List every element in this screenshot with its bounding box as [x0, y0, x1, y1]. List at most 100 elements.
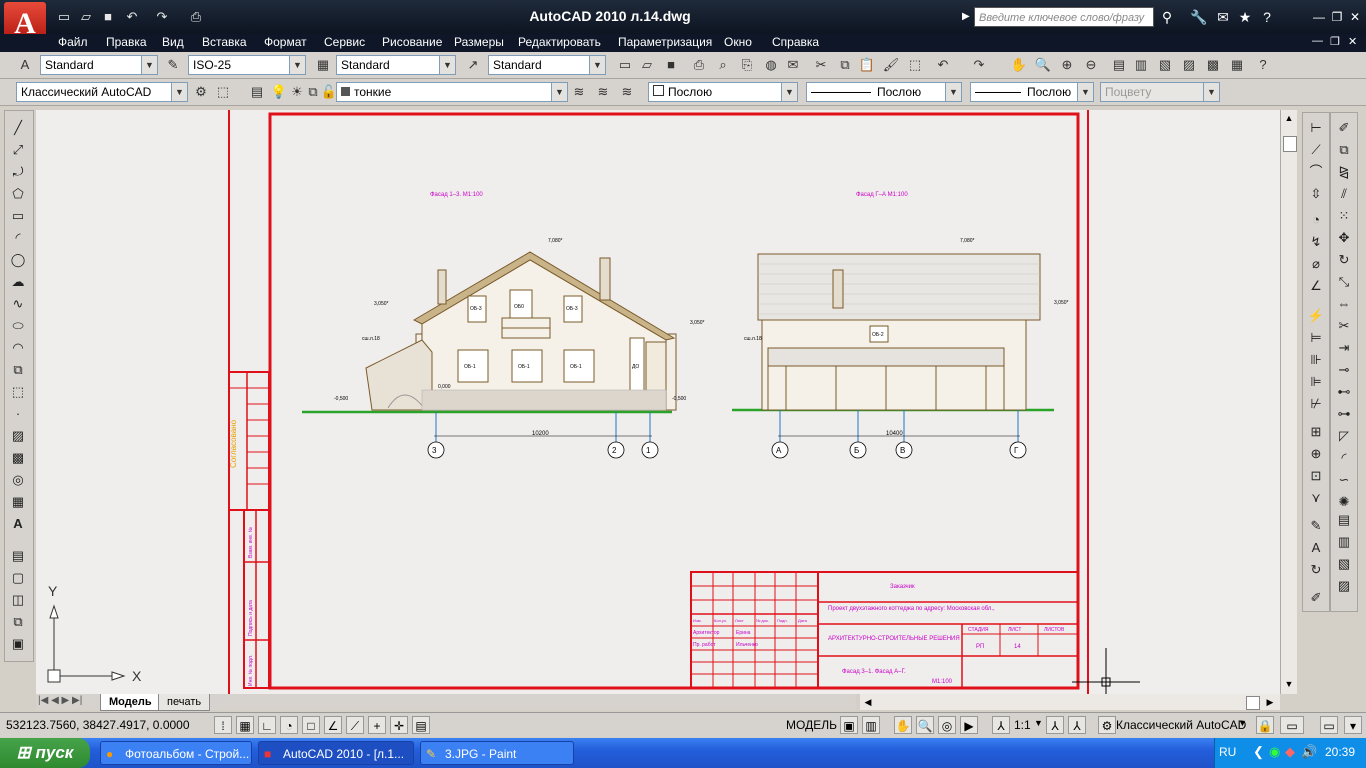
auto-scale-icon[interactable]: ⅄ [1068, 716, 1086, 734]
horizontal-scrollbar[interactable]: ◀ ▶ [860, 694, 1280, 710]
jogged-linear-icon[interactable]: ⋎ [1307, 489, 1325, 507]
menu-modify[interactable]: Редактировать [518, 35, 601, 49]
lineweight-select[interactable]: Послою ▼ [970, 82, 1094, 102]
menu-parametric[interactable]: Параметризация [618, 35, 712, 49]
angular-icon[interactable]: ∠ [1307, 277, 1325, 295]
region-icon[interactable]: ◎ [9, 471, 27, 489]
baseline-icon[interactable]: ⊨ [1307, 329, 1325, 347]
open-file-icon[interactable]: ▱ [78, 9, 94, 25]
dim-style-select[interactable]: ISO-25 ▼ [188, 55, 306, 75]
steering-wheel-icon[interactable]: ◎ [938, 716, 956, 734]
trim-icon[interactable]: ✂ [1335, 317, 1353, 335]
zoom-realtime-icon[interactable]: 🔍 [1034, 56, 1052, 74]
polar-icon[interactable]: ◔ [280, 716, 298, 734]
fillet-icon[interactable]: ◜ [1335, 449, 1353, 467]
center-mark-icon[interactable]: ⊕ [1307, 445, 1325, 463]
plot-icon[interactable]: ⎙ [690, 56, 708, 74]
jogged-icon[interactable]: ↯ [1307, 233, 1325, 251]
design-center-icon[interactable]: ▥ [1132, 56, 1150, 74]
ref-save-icon[interactable]: ▣ [9, 635, 27, 653]
mleader-style-select[interactable]: Standard ▼ [488, 55, 606, 75]
polygon-icon[interactable]: ⬠ [9, 185, 27, 203]
key-icon[interactable]: 🔧 [1190, 8, 1208, 26]
viewport-icon[interactable]: ▢ [9, 569, 27, 587]
join-icon[interactable]: ⊶ [1335, 405, 1353, 423]
break-at-point-icon[interactable]: ⊸ [1335, 361, 1353, 379]
linear-dim-icon[interactable]: ⊢ [1307, 119, 1325, 137]
construction-line-icon[interactable]: ⤢ [9, 141, 27, 159]
undo-icon[interactable]: ↶ [124, 9, 140, 25]
clean-screen-icon[interactable]: ▭ [1320, 716, 1338, 734]
menu-format[interactable]: Формат [264, 35, 307, 49]
properties-icon[interactable]: ▤ [1110, 56, 1128, 74]
vertical-scrollbar[interactable]: ▲ ▼ [1280, 110, 1297, 694]
diameter-icon[interactable]: ⌀ [1307, 255, 1325, 273]
scale-dropdown-icon[interactable]: ▼ [1034, 718, 1043, 728]
lock-icon[interactable]: 🔒 [1256, 716, 1274, 734]
back-arrow-icon[interactable]: ❮ [1253, 744, 1264, 760]
doc-minimize-icon[interactable]: — [1312, 35, 1323, 47]
expand-arrow-icon[interactable]: ▶ [962, 9, 972, 25]
arc-icon[interactable]: ◜ [9, 229, 27, 247]
ref-edit-icon[interactable]: ⧉ [9, 613, 27, 631]
menu-insert[interactable]: Вставка [202, 35, 247, 49]
3d-dwf-icon[interactable]: ◍ [762, 56, 780, 74]
arc-length-icon[interactable]: ⌒ [1307, 163, 1325, 181]
tolerance-icon[interactable]: ⊞ [1307, 423, 1325, 441]
security-icon[interactable]: ◆ [1285, 744, 1295, 760]
block-editor-icon[interactable]: ⬚ [906, 56, 924, 74]
showmotion-icon[interactable]: ▶ [960, 716, 978, 734]
make-current-layer-icon[interactable]: ≋ [570, 83, 588, 101]
rectangle-icon[interactable]: ▭ [9, 207, 27, 225]
layer-properties-icon[interactable]: ▤ [248, 83, 266, 101]
table-icon[interactable]: ▦ [9, 493, 27, 511]
break-icon[interactable]: ⊬ [1307, 395, 1325, 413]
move-icon[interactable]: ✥ [1335, 229, 1353, 247]
chamfer-icon[interactable]: ◸ [1335, 427, 1353, 445]
dyn-icon[interactable]: + [368, 716, 386, 734]
linetype-select[interactable]: Послою ▼ [806, 82, 962, 102]
print-icon[interactable]: ⎙ [188, 9, 204, 25]
extend-icon[interactable]: ⇥ [1335, 339, 1353, 357]
multiline-text-icon[interactable]: A [9, 515, 27, 533]
workspace-status[interactable]: Классический AutoCAD [1116, 718, 1246, 732]
aligned-dim-icon[interactable]: ⟋ [1307, 141, 1325, 159]
ordinate-icon[interactable]: ⇳ [1307, 185, 1325, 203]
mleader-style-icon[interactable]: ↗ [464, 56, 482, 74]
blend-icon[interactable]: ∽ [1335, 471, 1353, 489]
lwt-icon[interactable]: ✛ [390, 716, 408, 734]
plot-preview-icon[interactable]: ⌕ [714, 56, 732, 74]
grid-icon[interactable]: ▦ [236, 716, 254, 734]
open-icon[interactable]: ▱ [638, 56, 656, 74]
revcloud-icon[interactable]: ☁ [9, 273, 27, 291]
radius-icon[interactable]: ◔ [1307, 211, 1325, 229]
space-icon[interactable]: ⊫ [1307, 373, 1325, 391]
redo-toolbar-icon[interactable]: ↷ [970, 56, 988, 74]
mirror-icon[interactable]: ⧎ [1335, 163, 1353, 181]
pan-status-icon[interactable]: ✋ [894, 716, 912, 734]
annotation-scale-value[interactable]: 1:1 [1014, 718, 1031, 732]
menu-dimensions[interactable]: Размеры [454, 35, 504, 49]
draworder-front-icon[interactable]: ▤ [1335, 511, 1353, 529]
gradient-icon[interactable]: ▩ [9, 449, 27, 467]
restore-icon[interactable]: ❐ [1330, 10, 1344, 24]
copy-object-icon[interactable]: ⧉ [1335, 141, 1353, 159]
inspect-icon[interactable]: ⊡ [1307, 467, 1325, 485]
tool-palettes-icon[interactable]: ▧ [1156, 56, 1174, 74]
model-space-toggle[interactable]: МОДЕЛЬ [786, 718, 837, 732]
insert-block-icon[interactable]: ⧉ [9, 361, 27, 379]
binoculars-icon[interactable]: ⚲ [1158, 8, 1176, 26]
network-icon[interactable]: ◉ [1269, 744, 1280, 760]
communication-icon[interactable]: ✉ [1214, 8, 1232, 26]
copy-icon[interactable]: ⧉ [836, 56, 854, 74]
undo-toolbar-icon[interactable]: ↶ [934, 56, 952, 74]
qnew-icon[interactable]: ▭ [616, 56, 634, 74]
break-object-icon[interactable]: ⊷ [1335, 383, 1353, 401]
drawing-canvas[interactable]: Согласовано Взам. инв. № Подпись и дата … [36, 110, 1280, 694]
offset-icon[interactable]: ⫽ [1335, 185, 1353, 203]
table-style-icon[interactable]: ▦ [314, 56, 332, 74]
color-select[interactable]: Послою ▼ [648, 82, 798, 102]
save-icon[interactable]: ■ [100, 9, 116, 25]
quick-dim-icon[interactable]: ⚡ [1307, 307, 1325, 325]
snap-icon[interactable]: ⁞ [214, 716, 232, 734]
